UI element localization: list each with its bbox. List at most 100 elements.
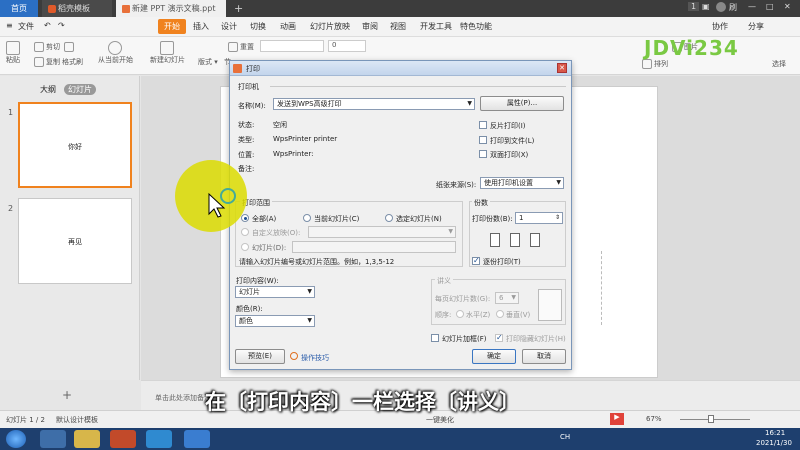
range-selection-label: 选定幻灯片(N) xyxy=(396,215,442,223)
menu-insert[interactable]: 插入 xyxy=(193,21,209,32)
menu-collab[interactable]: 协作 xyxy=(712,21,728,32)
start-button-icon[interactable] xyxy=(6,430,26,448)
placeholder-border xyxy=(601,251,602,325)
hamburger-icon[interactable]: ≡ xyxy=(6,21,13,30)
tab-document-label: 新建 PPT 演示文稿.ppt xyxy=(132,4,216,13)
slide-range-input[interactable] xyxy=(292,241,456,253)
menu-start[interactable]: 开始 xyxy=(158,19,186,34)
ppt-file-icon xyxy=(122,4,130,13)
ok-button[interactable]: 确定 xyxy=(472,349,516,364)
maximize-icon[interactable]: □ xyxy=(766,2,774,11)
printer-section-title: 打印机 xyxy=(238,83,259,91)
slide-thumbnail[interactable]: 你好 xyxy=(18,102,132,188)
color-select[interactable]: 颜色 ▼ xyxy=(235,315,315,327)
tab-home[interactable]: 首页 xyxy=(0,0,38,17)
reverse-print-checkbox[interactable] xyxy=(479,121,487,129)
menu-view[interactable]: 视图 xyxy=(390,21,406,32)
paste-button[interactable]: 粘贴 xyxy=(6,41,22,65)
cancel-button[interactable]: 取消 xyxy=(522,349,566,364)
tips-link[interactable]: 操作技巧 xyxy=(301,353,329,363)
window-icon[interactable]: ▣ xyxy=(702,2,710,11)
font-size-combo[interactable]: 0 xyxy=(328,40,366,52)
title-tab-bar: 首页 稻壳模板 新建 PPT 演示文稿.ppt + 1 ▣ 刷 — □ ✕ xyxy=(0,0,800,17)
copies-title: 份数 xyxy=(472,198,490,208)
reset-button[interactable]: 重置 xyxy=(228,42,254,52)
menu-share[interactable]: 分享 xyxy=(748,21,764,32)
range-slides-radio[interactable] xyxy=(241,243,249,251)
copies-spinner[interactable]: 1 ⇕ xyxy=(515,212,563,224)
avatar[interactable] xyxy=(716,2,726,12)
preview-button[interactable]: 预览(E) xyxy=(235,349,285,364)
menu-features[interactable]: 特色功能 xyxy=(460,21,492,32)
layout-button[interactable]: 版式 ▾ xyxy=(198,57,218,67)
folder-icon[interactable] xyxy=(74,430,100,448)
menu-slideshow[interactable]: 幻灯片放映 xyxy=(310,21,350,32)
menu-design[interactable]: 设计 xyxy=(221,21,237,32)
new-slide-button[interactable]: 新建幻灯片 xyxy=(150,41,185,65)
tab-document[interactable]: 新建 PPT 演示文稿.ppt xyxy=(116,0,226,17)
input-language[interactable]: CH xyxy=(560,433,570,441)
order-vertical-label: 垂直(V) xyxy=(506,311,531,319)
user-name[interactable]: 刷 xyxy=(729,2,737,13)
format-painter-icon[interactable] xyxy=(64,42,76,52)
menu-developer[interactable]: 开发工具 xyxy=(420,21,452,32)
status-label: 状态: xyxy=(238,121,255,129)
menu-animation[interactable]: 动画 xyxy=(280,21,296,32)
print-content-value: 幻灯片 xyxy=(239,288,260,296)
per-page-value: 6 xyxy=(499,294,504,302)
zoom-slider[interactable] xyxy=(680,419,750,420)
play-icon[interactable]: ▶ xyxy=(610,413,624,425)
range-custom-radio[interactable] xyxy=(241,228,249,236)
range-selection-radio[interactable] xyxy=(385,214,393,222)
tab-slides[interactable]: 幻灯片 xyxy=(64,84,96,95)
dialog-close-icon[interactable]: ✕ xyxy=(557,63,567,73)
new-tab-button[interactable]: + xyxy=(228,0,244,17)
print-to-file-checkbox[interactable] xyxy=(479,136,487,144)
media-player-icon[interactable] xyxy=(110,430,136,448)
order-vertical-radio[interactable] xyxy=(496,310,504,318)
type-value: WpsPrinter printer xyxy=(273,135,338,143)
redo-icon[interactable]: ↷ xyxy=(58,21,65,30)
per-page-select[interactable]: 6 ▼ xyxy=(495,292,519,304)
properties-button[interactable]: 属性(P)... xyxy=(480,96,564,111)
slide-thumbnail[interactable]: 再见 xyxy=(18,198,132,284)
printer-name-select[interactable]: 发送到WPS高级打印 ▼ xyxy=(273,98,475,110)
from-current-button[interactable]: 从当前开始 xyxy=(98,41,133,65)
zoom-slider-handle[interactable] xyxy=(708,415,714,423)
undo-icon[interactable]: ↶ xyxy=(44,21,51,30)
tab-outline[interactable]: 大纲 xyxy=(40,84,56,95)
range-current-radio[interactable] xyxy=(303,214,311,222)
beautify-button[interactable]: 一键美化 xyxy=(426,415,454,425)
duplex-checkbox[interactable] xyxy=(479,150,487,158)
custom-show-select[interactable]: ▼ xyxy=(308,226,456,238)
mouse-cursor-icon xyxy=(208,188,236,218)
paper-source-select[interactable]: 使用打印机设置 ▼ xyxy=(480,177,564,189)
tab-wps-templates[interactable]: 稻壳模板 xyxy=(42,0,112,17)
print-content-select[interactable]: 幻灯片 ▼ xyxy=(235,286,315,298)
frame-slides-label: 幻灯片加框(F) xyxy=(442,335,487,343)
spinner-arrows-icon[interactable]: ⇕ xyxy=(555,213,560,223)
wps-app-icon[interactable] xyxy=(184,430,210,448)
slide-panel: 大纲 幻灯片 1 你好 2 再见 + xyxy=(0,76,140,402)
cut-button[interactable]: 剪切 xyxy=(34,42,60,52)
dialog-title: 打印 xyxy=(246,65,260,73)
menu-switch[interactable]: 切换 xyxy=(250,21,266,32)
menu-file[interactable]: 文件 xyxy=(18,21,34,32)
menu-bar: ≡ 文件 ↶ ↷ 开始 插入 设计 切换 动画 幻灯片放映 审阅 视图 开发工具… xyxy=(0,17,800,37)
order-horizontal-radio[interactable] xyxy=(456,310,464,318)
close-icon[interactable]: ✕ xyxy=(784,2,791,11)
search-app-icon[interactable] xyxy=(146,430,172,448)
frame-slides-checkbox[interactable] xyxy=(431,334,439,342)
font-name-combo[interactable] xyxy=(260,40,324,52)
copy-button[interactable]: 复制 xyxy=(34,57,60,67)
minimize-icon[interactable]: — xyxy=(748,2,756,11)
print-hidden-checkbox[interactable] xyxy=(495,333,503,342)
menu-review[interactable]: 审阅 xyxy=(362,21,378,32)
browser-icon[interactable] xyxy=(40,430,66,448)
slide-thumbnail-text: 你好 xyxy=(68,143,82,151)
format-painter-button[interactable]: 格式刷 xyxy=(62,57,83,67)
collate-checkbox[interactable] xyxy=(472,256,480,265)
play-icon xyxy=(107,41,122,55)
add-slide-button[interactable]: + xyxy=(62,388,72,402)
notification-badge[interactable]: 1 xyxy=(688,2,700,11)
